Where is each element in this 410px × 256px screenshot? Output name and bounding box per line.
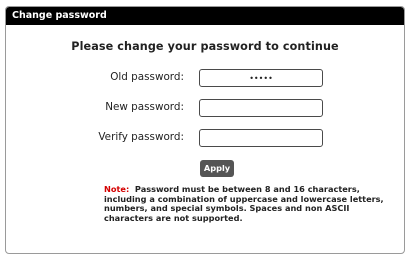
dialog-title: Change password	[6, 7, 404, 25]
new-password-field[interactable]	[199, 99, 323, 117]
dialog-heading: Please change your password to continue	[71, 40, 339, 53]
apply-button[interactable]: Apply	[200, 160, 234, 177]
note-text: Password must be between 8 and 16 charac…	[104, 184, 387, 223]
old-password-field[interactable]	[199, 69, 323, 87]
note-label: Note:	[104, 184, 130, 194]
new-password-label: New password:	[105, 101, 184, 113]
old-password-label: Old password:	[110, 71, 184, 83]
verify-password-label: Verify password:	[98, 131, 184, 143]
verify-password-field[interactable]	[199, 129, 323, 147]
change-password-dialog: Change password Please change your passw…	[5, 6, 405, 254]
password-note: Note: Password must be between 8 and 16 …	[104, 184, 396, 223]
